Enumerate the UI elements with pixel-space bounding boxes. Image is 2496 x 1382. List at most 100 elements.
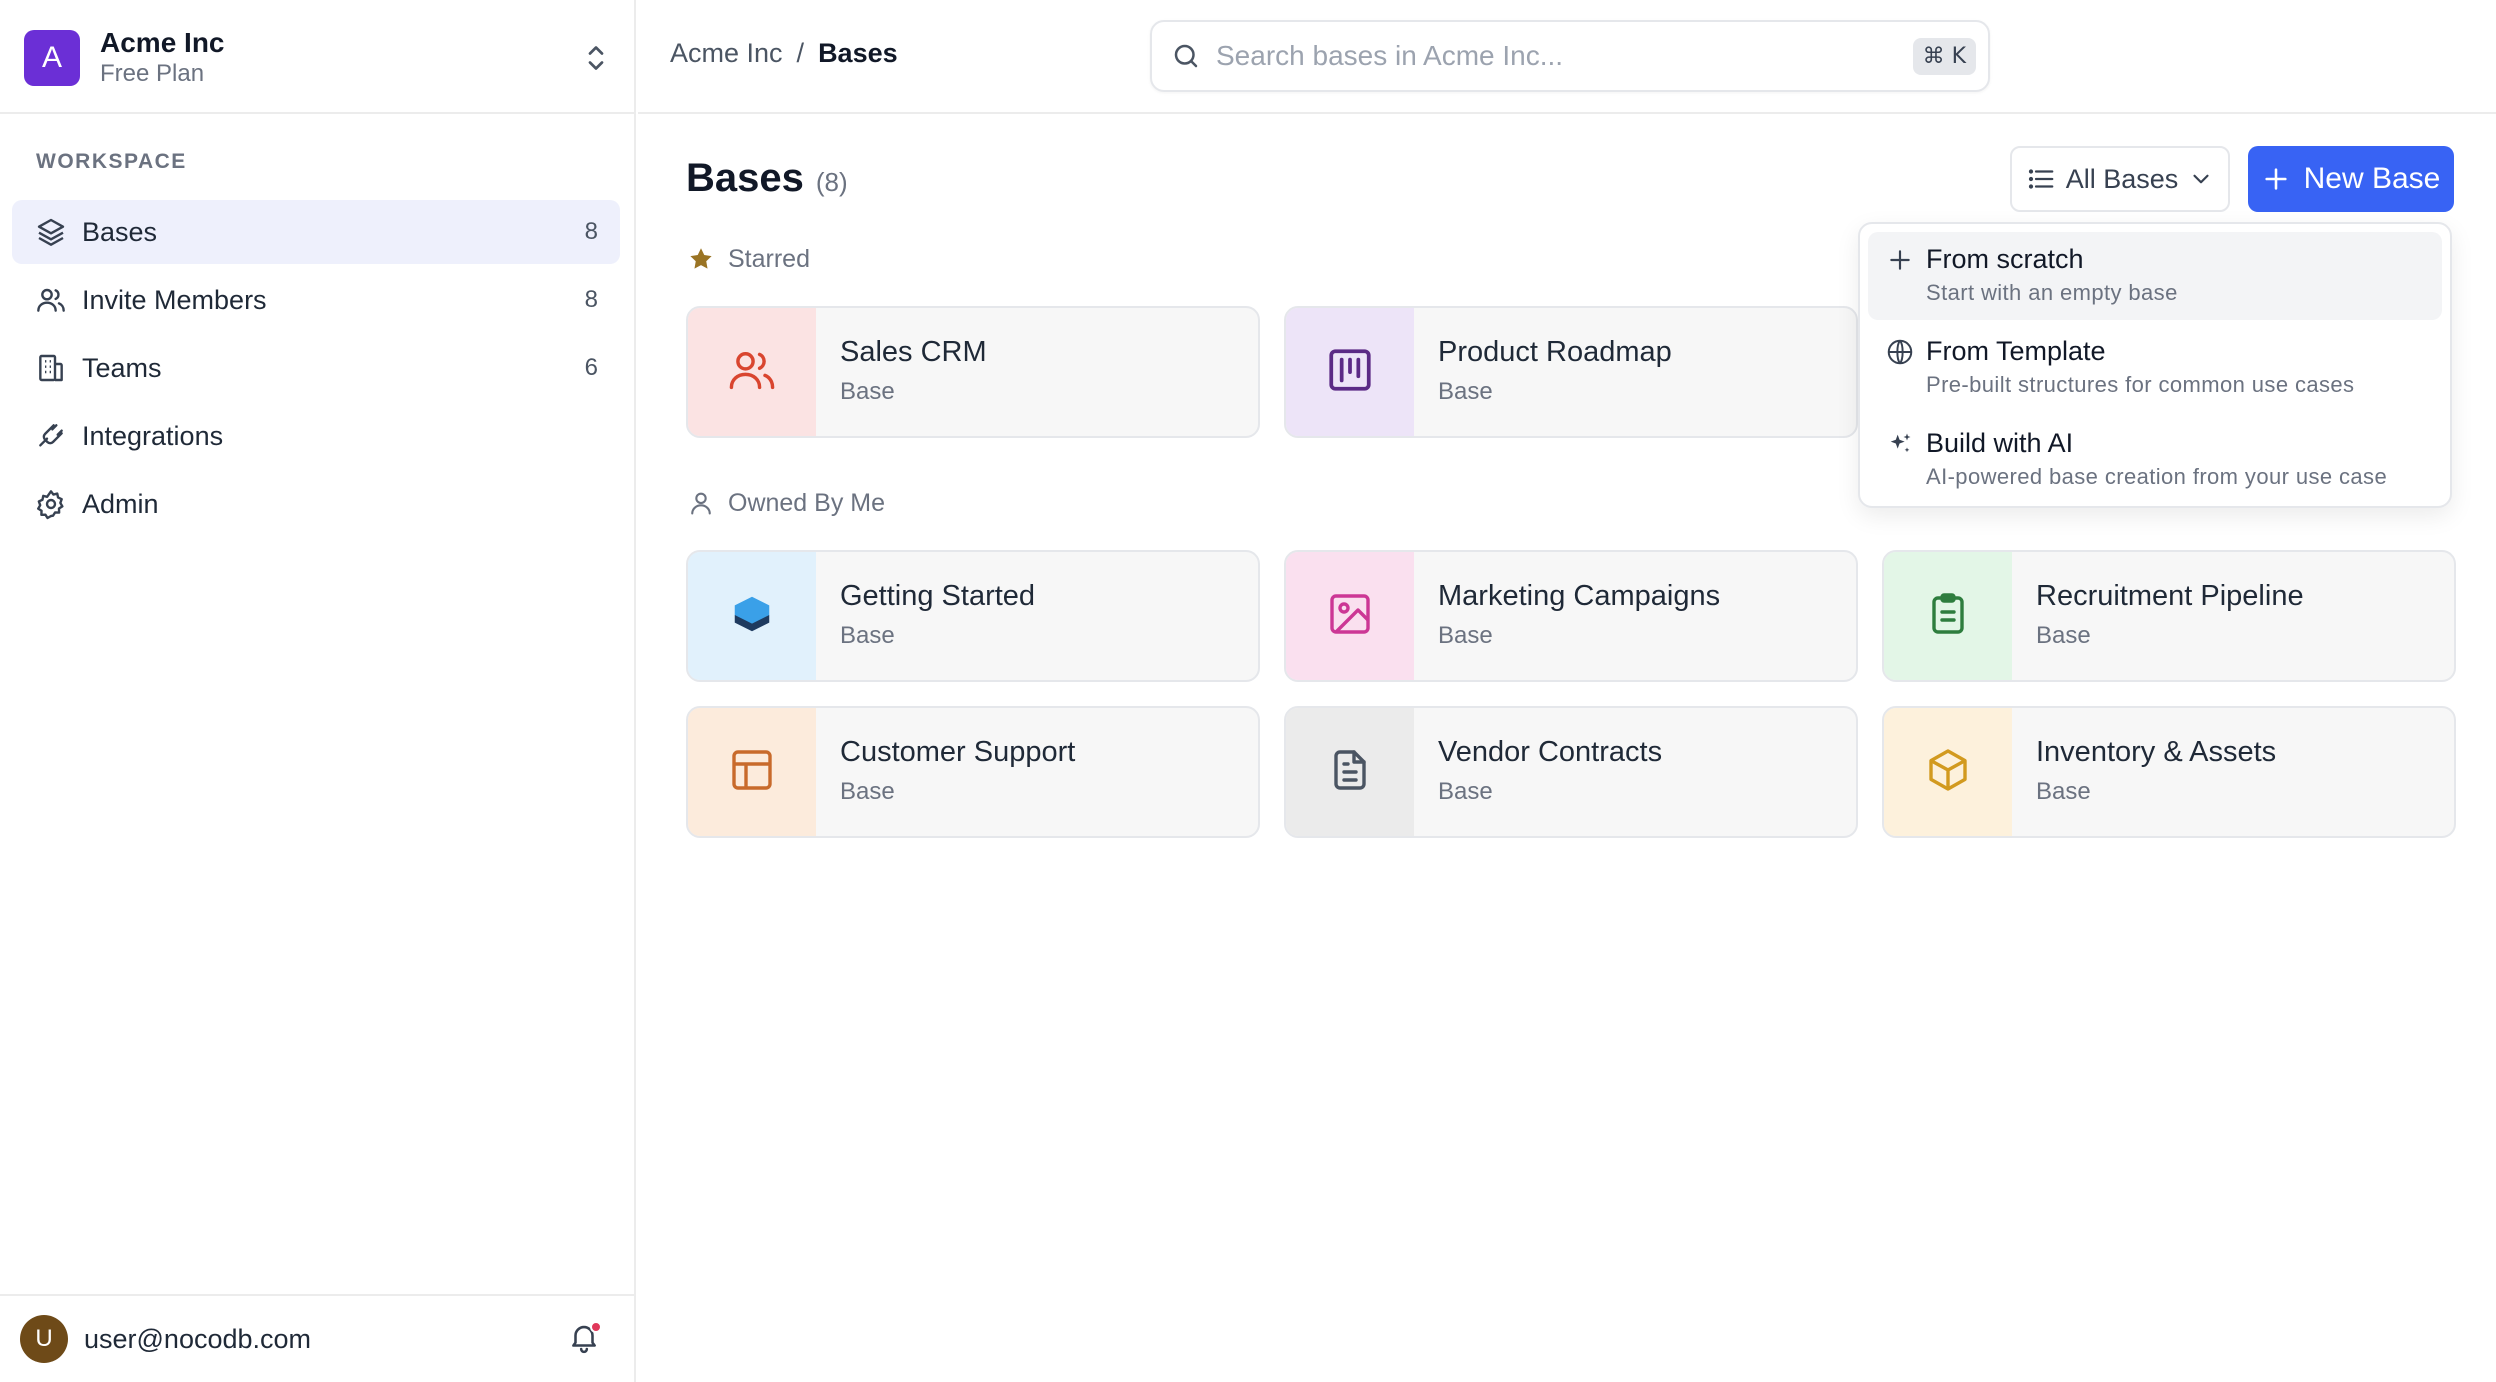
menu-item-description: Start with an empty base	[1926, 280, 2178, 305]
plus-icon	[2262, 165, 2290, 193]
base-type: Base	[1438, 622, 1493, 649]
sidebar-item-label: Teams	[82, 352, 162, 383]
starred-label: Starred	[728, 244, 810, 273]
base-name: Getting Started	[840, 580, 1036, 612]
breadcrumb-separator: /	[796, 38, 805, 68]
image-icon	[1326, 590, 1374, 643]
user-bar: U user@nocodb.com	[0, 1294, 636, 1382]
base-card-getting-started[interactable]: Getting Started Base	[686, 550, 1260, 682]
base-card-tile	[1884, 708, 2012, 836]
base-name: Recruitment Pipeline	[2036, 580, 2304, 612]
shortcut-badge: ⌘ K	[1912, 37, 1976, 75]
avatar[interactable]: U	[20, 1315, 68, 1363]
base-card-tile	[1286, 552, 1414, 680]
base-card-tile	[688, 308, 816, 436]
menu-item-from-scratch[interactable]: From scratch Start with an empty base	[1868, 232, 2442, 320]
breadcrumb: Acme Inc / Bases	[670, 38, 898, 69]
new-base-button[interactable]: New Base	[2248, 146, 2454, 212]
sidebar-item-count: 8	[584, 286, 598, 313]
chevron-down-icon	[2188, 166, 2214, 192]
search-icon	[1170, 40, 1202, 72]
base-card-vendor-contracts[interactable]: Vendor Contracts Base	[1284, 706, 1858, 838]
sidebar-item-teams[interactable]: Teams 6	[12, 336, 620, 400]
base-card-product-roadmap[interactable]: Product Roadmap Base	[1284, 306, 1858, 438]
filter-label: All Bases	[2065, 163, 2179, 194]
menu-item-title: Build with AI	[1926, 428, 2074, 458]
base-card-tile	[1286, 308, 1414, 436]
building-icon	[34, 351, 68, 385]
base-name: Sales CRM	[840, 336, 987, 368]
new-base-label: New Base	[2303, 162, 2441, 195]
menu-item-from-template[interactable]: From Template Pre-built structures for c…	[1868, 324, 2442, 412]
plug-icon	[34, 419, 68, 453]
star-icon	[686, 244, 716, 274]
base-type: Base	[840, 378, 895, 405]
search-box[interactable]: ⌘ K	[1150, 20, 1990, 92]
base-type: Base	[840, 778, 895, 805]
org-switcher[interactable]: A Acme Inc Free Plan	[24, 27, 614, 88]
menu-item-description: Pre-built structures for common use case…	[1926, 372, 2355, 397]
base-name: Customer Support	[840, 736, 1076, 768]
owned-section-label: Owned By Me	[686, 488, 885, 518]
base-name: Product Roadmap	[1438, 336, 1672, 368]
notification-button[interactable]	[564, 1319, 604, 1359]
base-card-tile	[688, 708, 816, 836]
breadcrumb-org[interactable]: Acme Inc	[670, 38, 783, 69]
base-card-tile	[1884, 552, 2012, 680]
plus-icon	[1884, 244, 1916, 276]
base-type: Base	[1438, 778, 1493, 805]
sidebar-item-bases[interactable]: Bases 8	[12, 200, 620, 264]
page-title-count: (8)	[815, 167, 848, 197]
sidebar-item-admin[interactable]: Admin	[12, 472, 620, 536]
base-card-sales-crm[interactable]: Sales CRM Base	[686, 306, 1260, 438]
kanban-icon	[1325, 345, 1375, 400]
base-card-marketing-campaigns[interactable]: Marketing Campaigns Base	[1284, 550, 1858, 682]
sidebar: A Acme Inc Free Plan WORKSPACE Bases 8 I…	[0, 0, 636, 1382]
sidebar-item-count: 8	[584, 218, 598, 245]
chevron-up-down-icon[interactable]	[578, 40, 614, 76]
divider	[0, 112, 636, 114]
gear-icon	[34, 487, 68, 521]
clipboard-icon	[1924, 590, 1972, 643]
org-avatar: A	[24, 30, 80, 86]
sidebar-item-label: Admin	[82, 488, 159, 519]
base-type: Base	[2036, 778, 2091, 805]
base-card-tile	[1286, 708, 1414, 836]
user-icon	[686, 488, 716, 518]
base-name: Marketing Campaigns	[1438, 580, 1721, 612]
base-card-recruitment-pipeline[interactable]: Recruitment Pipeline Base	[1882, 550, 2456, 682]
workspace-section-label: WORKSPACE	[36, 150, 187, 173]
sparkle-icon	[1884, 428, 1916, 460]
sidebar-item-integrations[interactable]: Integrations	[12, 404, 620, 468]
base-name: Inventory & Assets	[2036, 736, 2277, 768]
menu-item-title: From Template	[1926, 336, 2106, 366]
owned-label: Owned By Me	[728, 488, 886, 517]
notification-dot	[590, 1321, 602, 1333]
base-type: Base	[2036, 622, 2091, 649]
page-title: Bases (8)	[686, 156, 848, 201]
breadcrumb-current: Bases	[818, 38, 898, 68]
base-card-tile	[688, 552, 816, 680]
sidebar-item-invite-members[interactable]: Invite Members 8	[12, 268, 620, 332]
base-card-customer-support[interactable]: Customer Support Base	[686, 706, 1260, 838]
search-input[interactable]	[1216, 40, 1913, 72]
sidebar-item-count: 6	[584, 354, 598, 381]
base-name: Vendor Contracts	[1438, 736, 1663, 768]
box-icon	[1924, 746, 1972, 799]
list-icon	[2026, 164, 2056, 194]
base-card-inventory-assets[interactable]: Inventory & Assets Base	[1882, 706, 2456, 838]
layout-icon	[728, 746, 776, 799]
document-icon	[1326, 746, 1374, 799]
starred-section-label: Starred	[686, 244, 810, 274]
users-icon	[34, 283, 68, 317]
cube-stack-icon	[729, 591, 775, 642]
base-type: Base	[840, 622, 895, 649]
user-email[interactable]: user@nocodb.com	[84, 1324, 564, 1355]
menu-item-build-with-ai[interactable]: Build with AI AI-powered base creation f…	[1868, 416, 2442, 504]
globe-icon	[1884, 336, 1916, 368]
base-type: Base	[1438, 378, 1493, 405]
page-title-text: Bases	[686, 156, 804, 200]
sidebar-item-label: Integrations	[82, 420, 224, 451]
sidebar-item-label: Bases	[82, 216, 158, 247]
all-bases-filter[interactable]: All Bases	[2010, 146, 2230, 212]
